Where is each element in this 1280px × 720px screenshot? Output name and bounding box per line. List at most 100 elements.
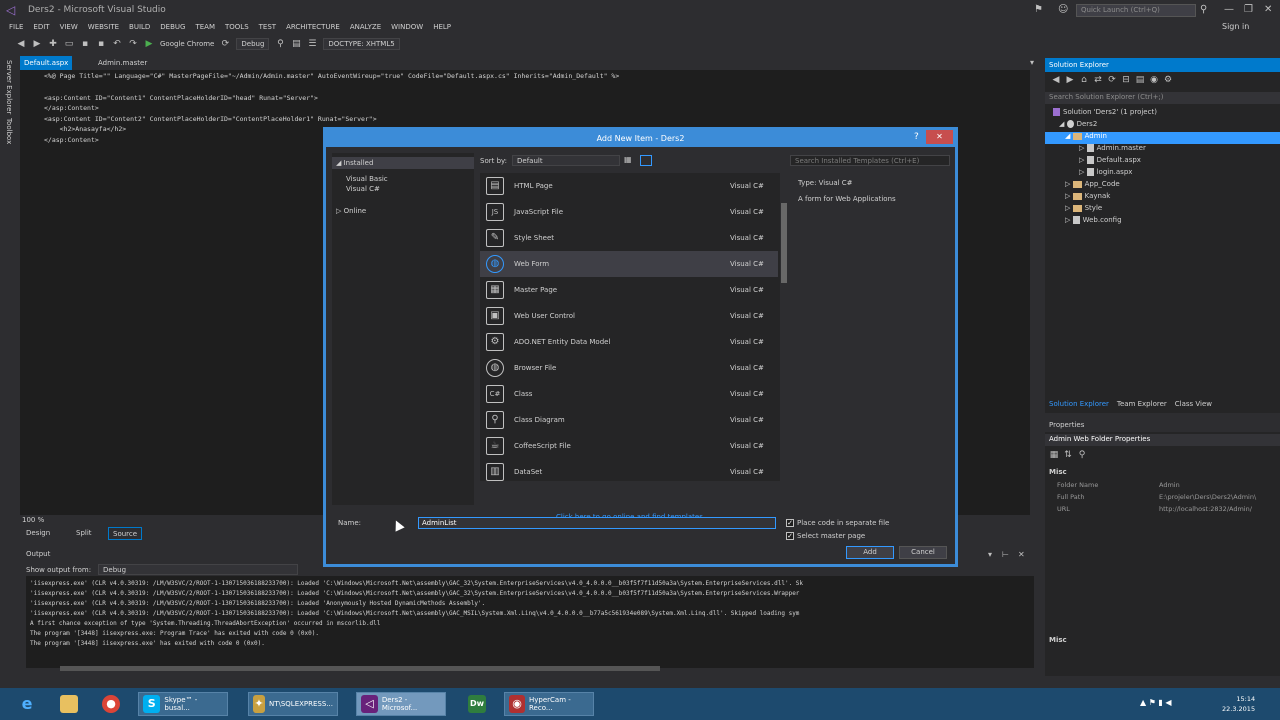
menu-debug[interactable]: DEBUG [155,20,190,36]
categorized-icon[interactable]: ▦ [1049,450,1059,460]
start-debugging-icon[interactable]: ▶ [144,39,154,49]
output-text[interactable]: 'iisexpress.exe' (CLR v4.0.30319: /LM/W3… [26,576,1034,668]
tab-dropdown-icon[interactable]: ▾ [1030,58,1034,67]
network-icon[interactable]: ▮ [1158,698,1162,707]
template-item-html-page[interactable]: ▤ HTML Page Visual C# [480,173,778,199]
redo-icon[interactable]: ↷ [128,39,138,49]
template-list-scroll-thumb[interactable] [781,203,787,283]
tree-installed[interactable]: ◢ Installed [332,157,474,169]
menu-architecture[interactable]: ARCHITECTURE [281,20,345,36]
taskbar-app-hypercam[interactable]: ◉ HyperCam - Reco... [504,692,594,716]
tree-online[interactable]: ▷ Online [336,207,366,215]
close-window-button[interactable]: ✕ [1264,4,1272,15]
browser-selector[interactable]: Google Chrome [160,40,214,48]
tab-admin-master[interactable]: Admin.master [94,56,151,70]
tree-node-default-aspx[interactable]: ▷ Default.aspx [1045,156,1280,168]
source-view-tab[interactable]: Source [108,527,143,540]
menu-edit[interactable]: EDIT [28,20,54,36]
property-value[interactable]: http://localhost:2832/Admin/ [1159,505,1252,513]
cancel-button[interactable]: Cancel [899,546,947,559]
new-project-icon[interactable]: ✚ [48,39,58,49]
tree-visual-basic[interactable]: Visual Basic [346,175,388,183]
search-icon[interactable]: ⚲ [1200,4,1207,15]
quick-launch-input[interactable]: Quick Launch (Ctrl+Q) [1076,4,1196,17]
name-input[interactable]: AdminList [418,517,776,529]
forward-icon[interactable]: ▶ [1065,75,1075,85]
menu-website[interactable]: WEBSITE [83,20,124,36]
menu-build[interactable]: BUILD [124,20,155,36]
tree-node-kaynak[interactable]: ▷ Kaynak [1045,192,1280,204]
preview-icon[interactable]: ◉ [1149,75,1159,85]
feedback-smiley-icon[interactable]: ☺ [1058,4,1068,15]
menu-tools[interactable]: TOOLS [220,20,254,36]
collapse-all-icon[interactable]: ⊟ [1121,75,1131,85]
menu-analyze[interactable]: ANALYZE [345,20,386,36]
alphabetical-icon[interactable]: ⇅ [1063,450,1073,460]
tree-node-admin-master[interactable]: ▷ Admin.master [1045,144,1280,156]
property-value[interactable]: Admin [1159,481,1180,489]
small-icons-view-icon[interactable]: ▦ [624,155,636,166]
taskbar-app-sql-server[interactable]: ✦ NT\SQLEXPRESS... [248,692,338,716]
sync-icon[interactable]: ⇄ [1093,75,1103,85]
tree-node-project[interactable]: ◢ Ders2 [1045,120,1280,132]
template-item-browser-file[interactable]: ◍ Browser File Visual C# [480,355,778,381]
menu-test[interactable]: TEST [254,20,281,36]
close-panel-icon[interactable]: ✕ [1018,550,1025,559]
menu-file[interactable]: FILE [4,20,28,36]
forward-icon[interactable]: ▶ [32,39,42,49]
dreamweaver-button[interactable]: Dw [464,692,490,716]
design-view-tab[interactable]: Design [22,527,54,540]
template-item-coffeescript-file[interactable]: ☕ CoffeeScript File Visual C# [480,433,778,459]
find-icon[interactable]: ⚲ [275,39,285,49]
template-item-class-diagram[interactable]: ⚲ Class Diagram Visual C# [480,407,778,433]
flag-icon[interactable]: ⚑ [1149,698,1156,707]
output-horizontal-scrollbar[interactable] [60,666,660,671]
template-item-master-page[interactable]: ▦ Master Page Visual C# [480,277,778,303]
template-item-style-sheet[interactable]: ✎ Style Sheet Visual C# [480,225,778,251]
show-hidden-icons-icon[interactable]: ▲ [1140,698,1146,707]
show-all-files-icon[interactable]: ▤ [1135,75,1145,85]
add-button[interactable]: Add [846,546,894,559]
back-icon[interactable]: ◀ [1051,75,1061,85]
tree-node-login-aspx[interactable]: ▷ login.aspx [1045,168,1280,180]
template-item-class[interactable]: C# Class Visual C# [480,381,778,407]
tree-node-style[interactable]: ▷ Style [1045,204,1280,216]
tab-class-view[interactable]: Class View [1175,400,1212,413]
taskbar-app-skype[interactable]: S Skype™ - busal... [138,692,228,716]
refresh-icon[interactable]: ⟳ [220,39,230,49]
tab-team-explorer[interactable]: Team Explorer [1117,400,1167,413]
format-icon[interactable]: ▤ [291,39,301,49]
menu-view[interactable]: VIEW [55,20,83,36]
property-pages-icon[interactable]: ⚲ [1077,450,1087,460]
dialog-close-button[interactable]: ✕ [926,130,953,144]
tree-node-solution[interactable]: Solution 'Ders2' (1 project) [1045,108,1280,120]
sort-by-select[interactable]: Default [512,155,620,166]
zoom-level[interactable]: 100 % [22,516,44,524]
chrome-button[interactable]: ● [98,692,124,716]
properties-object-select[interactable]: Admin Web Folder Properties [1045,434,1280,446]
toolbox-tab[interactable]: Toolbox [5,118,13,144]
undo-icon[interactable]: ↶ [112,39,122,49]
template-item-web-form[interactable]: ◍ Web Form Visual C# [480,251,778,277]
panel-dropdown-icon[interactable]: ▾ [988,550,992,559]
pin-icon[interactable]: ⊢ [1002,550,1009,559]
minimize-button[interactable]: — [1224,4,1234,15]
tab-solution-explorer[interactable]: Solution Explorer [1049,400,1109,413]
solution-search-input[interactable]: Search Solution Explorer (Ctrl+;) [1045,92,1280,104]
home-icon[interactable]: ⌂ [1079,75,1089,85]
template-item-web-user-control[interactable]: ▣ Web User Control Visual C# [480,303,778,329]
volume-icon[interactable]: ◀ [1165,698,1171,707]
help-button[interactable]: ? [914,132,919,142]
tab-default-aspx[interactable]: Default.aspx [20,56,73,70]
refresh-icon[interactable]: ⟳ [1107,75,1117,85]
maximize-button[interactable]: ❐ [1244,4,1253,15]
template-item-entity-data-model[interactable]: ⚙ ADO.NET Entity Data Model Visual C# [480,329,778,355]
tree-node-admin-folder[interactable]: ◢ Admin [1045,132,1280,144]
editor-vertical-scrollbar[interactable] [1030,70,1040,515]
comment-icon[interactable]: ☰ [307,39,317,49]
template-search-input[interactable]: Search Installed Templates (Ctrl+E) [790,155,950,166]
tree-visual-csharp[interactable]: Visual C# [346,185,380,193]
sign-in-link[interactable]: Sign in [1222,22,1249,31]
taskbar-app-visual-studio[interactable]: ◁ Ders2 - Microsof... [356,692,446,716]
property-value[interactable]: E:\projeler\Ders\Ders2\Admin\ [1159,493,1256,501]
